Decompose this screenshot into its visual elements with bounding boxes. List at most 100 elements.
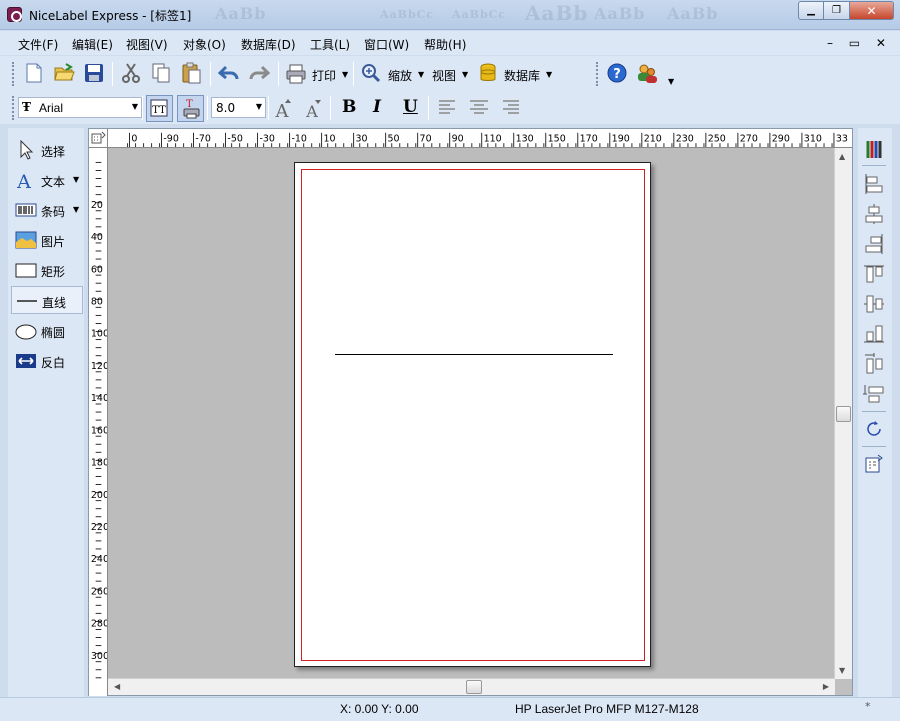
align-vertical-centers-icon[interactable] xyxy=(863,293,885,315)
toolbar-separator xyxy=(112,62,113,86)
alignment-toolbar xyxy=(858,128,892,698)
maximize-button[interactable]: ❐ xyxy=(824,1,850,20)
menu-view[interactable]: 视图(V) xyxy=(126,36,168,53)
chevron-down-icon[interactable]: ▼ xyxy=(73,205,79,214)
paste-icon[interactable] xyxy=(180,62,202,84)
distribute-horizontally-icon[interactable] xyxy=(863,353,885,375)
underline-button[interactable]: U xyxy=(403,97,418,117)
toolbar-grip[interactable] xyxy=(12,96,15,120)
tool-text[interactable]: A 文本 ▼ xyxy=(11,166,83,194)
mdi-window-controls[interactable]: – ▭ ✕ xyxy=(827,36,892,50)
scroll-right-icon[interactable]: ▶ xyxy=(823,682,829,691)
align-right-icon[interactable] xyxy=(499,97,521,119)
minimize-button[interactable]: ▁ xyxy=(798,1,824,20)
vertical-ruler[interactable]: 20 40 60 80 100 120 140 160 180 200 220 240 260 280 30… xyxy=(89,148,108,696)
open-folder-icon[interactable] xyxy=(53,62,75,84)
ruler-label: 280 xyxy=(91,619,108,630)
copy-icon[interactable] xyxy=(150,62,172,84)
ruler-label: 270 xyxy=(740,133,758,144)
font-size-combo[interactable]: 8.0 ▼ xyxy=(211,97,266,118)
distribute-vertically-icon[interactable] xyxy=(863,383,885,405)
tool-ellipse[interactable]: 椭圆 xyxy=(11,317,83,345)
menu-edit[interactable]: 编辑(E) xyxy=(72,36,113,53)
tool-select[interactable]: 选择 xyxy=(11,136,83,164)
ruler-label: 240 xyxy=(91,554,108,565)
align-right-edges-icon[interactable] xyxy=(863,233,885,255)
horizontal-scroll-thumb[interactable] xyxy=(466,680,482,694)
increase-font-size-icon[interactable]: A xyxy=(272,97,294,119)
object-properties-icon[interactable] xyxy=(863,453,885,475)
users-icon[interactable] xyxy=(636,62,658,84)
horizontal-scrollbar[interactable]: ◀ ▶ xyxy=(108,678,835,695)
database-icon[interactable] xyxy=(477,62,499,84)
align-left-icon[interactable] xyxy=(437,97,459,119)
toolbar-separator xyxy=(142,96,143,120)
print-label[interactable]: 打印 xyxy=(312,67,336,84)
zoom-dropdown-arrow-icon[interactable]: ▼ xyxy=(418,70,424,79)
menu-object[interactable]: 对象(O) xyxy=(183,36,226,53)
italic-button[interactable]: I xyxy=(373,97,381,117)
help-icon[interactable]: ? xyxy=(606,62,628,84)
color-pens-icon[interactable] xyxy=(863,138,885,160)
zoom-icon[interactable] xyxy=(360,62,382,84)
ruler-corner-button[interactable] xyxy=(89,129,108,148)
undo-icon[interactable] xyxy=(218,62,240,84)
menu-file[interactable]: 文件(F) xyxy=(18,36,58,53)
save-icon[interactable] xyxy=(83,62,105,84)
view-label[interactable]: 视图 xyxy=(432,67,456,84)
tool-line[interactable]: 直线 xyxy=(11,286,83,314)
align-top-edges-icon[interactable] xyxy=(863,263,885,285)
close-button[interactable]: ✕ xyxy=(850,1,894,20)
chevron-down-icon[interactable]: ▼ xyxy=(73,175,79,184)
tool-rectangle[interactable]: 矩形 xyxy=(11,256,83,284)
vertical-scrollbar[interactable]: ▲ ▼ xyxy=(834,148,852,679)
svg-text:T: T xyxy=(186,99,193,110)
database-dropdown-arrow-icon[interactable]: ▼ xyxy=(546,70,552,79)
tool-barcode[interactable]: 条码 ▼ xyxy=(11,196,83,224)
design-canvas[interactable] xyxy=(108,148,835,679)
view-dropdown-arrow-icon[interactable]: ▼ xyxy=(462,70,468,79)
scroll-left-icon[interactable]: ◀ xyxy=(114,682,120,691)
line-object[interactable] xyxy=(335,354,613,355)
ruler-label: 50 xyxy=(388,133,400,144)
menu-tools[interactable]: 工具(L) xyxy=(310,36,350,53)
toolbar-overflow-arrow-icon[interactable]: ▼ xyxy=(668,77,674,86)
align-bottom-edges-icon[interactable] xyxy=(863,323,885,345)
zoom-label[interactable]: 缩放 xyxy=(388,67,412,84)
internal-font-toggle[interactable]: TT xyxy=(146,95,173,122)
align-center-icon[interactable] xyxy=(468,97,490,119)
tool-inverse[interactable]: 反白 xyxy=(11,347,83,375)
font-name-combo[interactable]: Ŧ Arial ▼ xyxy=(18,97,142,118)
print-dropdown-arrow-icon[interactable]: ▼ xyxy=(342,70,348,79)
align-left-edges-icon[interactable] xyxy=(863,173,885,195)
toolbar-grip[interactable] xyxy=(12,62,15,86)
vertical-scroll-thumb[interactable] xyxy=(836,406,851,422)
printer-icon[interactable] xyxy=(285,63,307,85)
redo-icon[interactable] xyxy=(248,62,270,84)
scroll-down-icon[interactable]: ▼ xyxy=(839,666,845,675)
chevron-down-icon[interactable]: ▼ xyxy=(256,102,262,111)
selected-printer[interactable]: HP LaserJet Pro MFP M127-M128 xyxy=(515,702,699,716)
tool-picture[interactable]: 图片 xyxy=(11,226,83,254)
horizontal-ruler[interactable]: 0 -90 -70 -50 -30 -10 10 30 50 70 90 110 130 150 170 19… xyxy=(108,129,852,148)
rotate-icon[interactable] xyxy=(863,418,885,440)
background-ghost-text: AaBb xyxy=(594,4,646,23)
database-label[interactable]: 数据库 xyxy=(504,67,540,84)
cut-icon[interactable] xyxy=(120,62,142,84)
label-page[interactable] xyxy=(294,162,651,667)
resize-grip[interactable]: * xyxy=(865,700,871,713)
toolbar-grip[interactable] xyxy=(596,62,599,86)
menu-help[interactable]: 帮助(H) xyxy=(424,36,466,53)
align-horizontal-centers-icon[interactable] xyxy=(863,203,885,225)
ruler-label: 70 xyxy=(420,133,432,144)
menu-database[interactable]: 数据库(D) xyxy=(241,36,296,53)
new-file-icon[interactable] xyxy=(23,62,45,84)
chevron-down-icon[interactable]: ▼ xyxy=(132,102,138,111)
scroll-up-icon[interactable]: ▲ xyxy=(839,152,845,161)
menu-window[interactable]: 窗口(W) xyxy=(364,36,409,53)
ruler-label: 180 xyxy=(91,458,108,469)
background-ghost-text: AaBbCc xyxy=(452,8,507,21)
bold-button[interactable]: B xyxy=(342,97,356,117)
decrease-font-size-icon[interactable]: A xyxy=(302,97,324,119)
printer-font-toggle[interactable]: T xyxy=(177,95,204,122)
